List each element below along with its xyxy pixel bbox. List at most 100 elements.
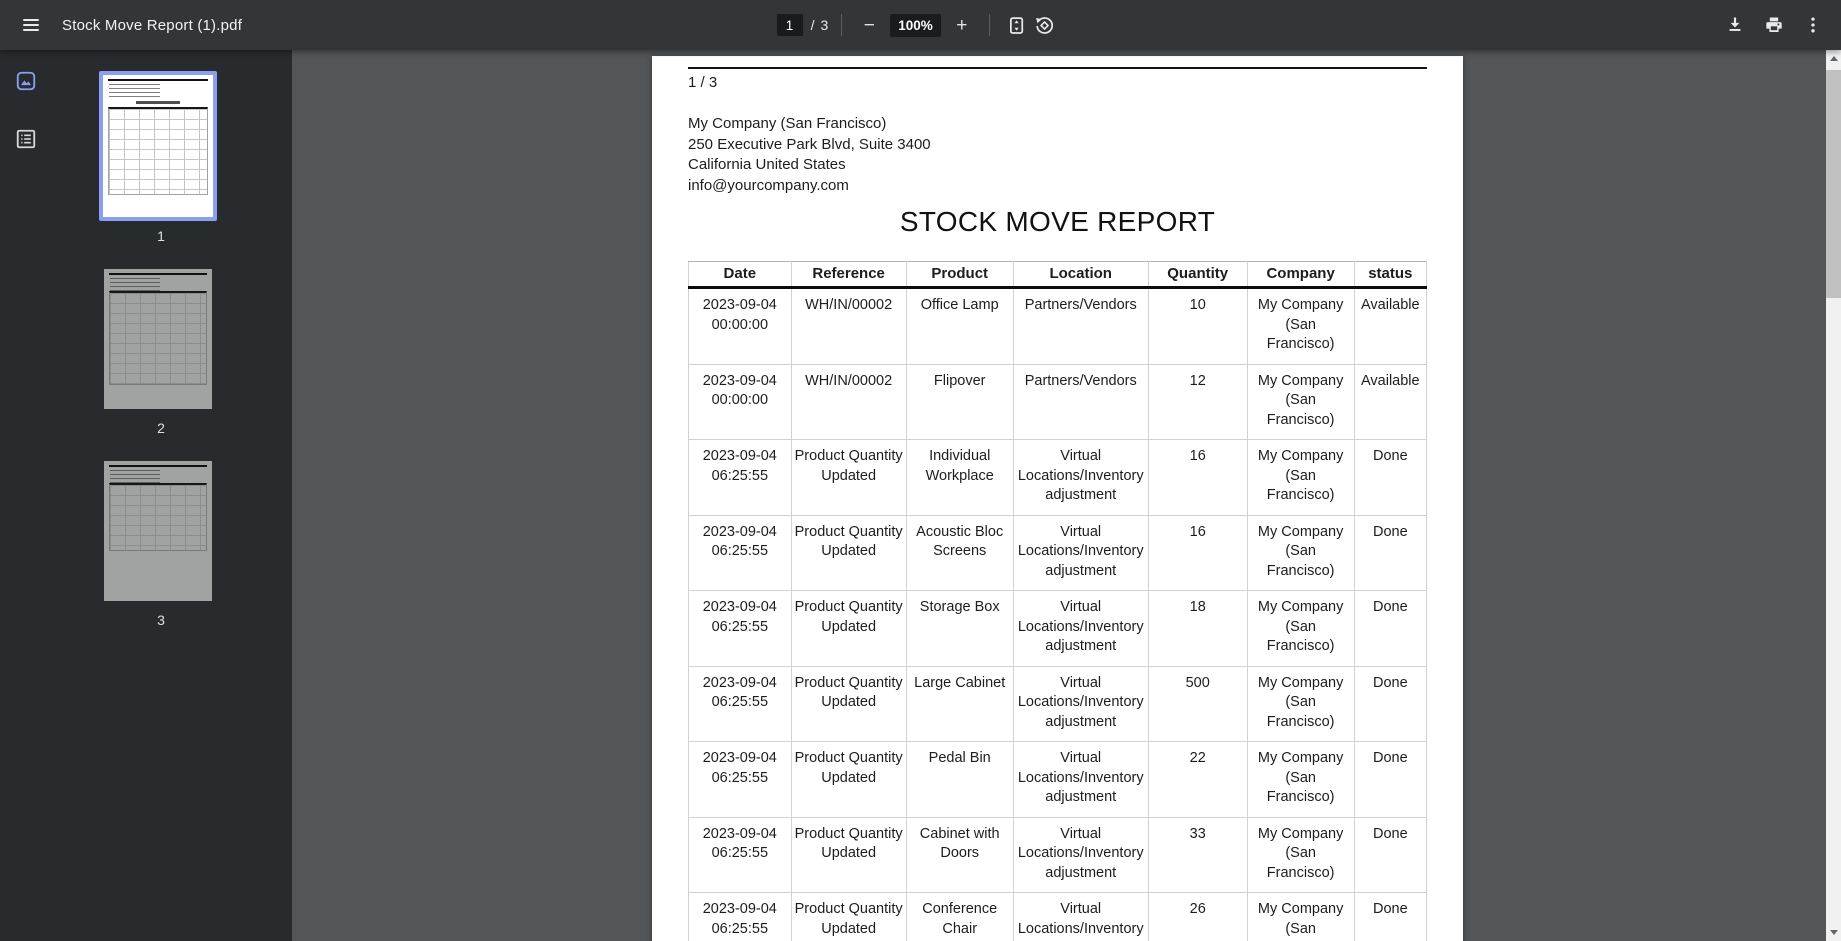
- company-address-line2: California United States: [688, 156, 846, 173]
- report-title: STOCK MOVE REPORT: [899, 206, 1216, 237]
- scroll-down-button[interactable]: [1826, 924, 1841, 941]
- zoom-in-button[interactable]: +: [948, 11, 976, 39]
- table-cell: My Company (San Francisco): [1246, 590, 1355, 667]
- rotate-button[interactable]: [1031, 11, 1059, 39]
- thumbnail-page-preview: [104, 461, 212, 601]
- column-header: Company: [1246, 261, 1355, 289]
- table-cell: My Company (San Francisco): [1246, 287, 1355, 365]
- table-cell: My Company (San Francisco): [1246, 665, 1355, 742]
- table-cell: 2023-09-04 06:25:55: [688, 590, 792, 667]
- table-cell: 16: [1147, 439, 1248, 516]
- pdf-toolbar: Stock Move Report (1).pdf / 3 − 100% +: [0, 0, 1841, 50]
- hamburger-icon: [23, 19, 39, 31]
- table-cell: Done: [1353, 439, 1428, 516]
- pdf-page-1: 1 / 3 My Company (San Francisco) 250 Exe…: [652, 56, 1463, 941]
- thumbnails-view-button[interactable]: [12, 67, 40, 95]
- table-cell: My Company (San Francisco): [1246, 892, 1355, 941]
- page-thumbnail-3[interactable]: 3: [99, 457, 223, 628]
- page-thumbnail-2[interactable]: 2: [99, 265, 223, 436]
- fit-page-button[interactable]: [1003, 11, 1031, 39]
- zoom-out-button[interactable]: −: [855, 11, 883, 39]
- kebab-menu-icon: [1811, 17, 1815, 33]
- table-cell: My Company (San Francisco): [1246, 514, 1355, 591]
- thumbnails-view-icon: [16, 71, 36, 91]
- table-cell: 2023-09-04 06:25:55: [688, 514, 792, 591]
- table-cell: 2023-09-04 06:25:55: [688, 892, 792, 941]
- thumbnail-page-preview: [104, 269, 212, 409]
- table-cell: Done: [1353, 892, 1428, 941]
- page-number-input[interactable]: [776, 14, 803, 36]
- fit-page-icon: [1010, 16, 1024, 34]
- table-cell: Conference Chair: [905, 892, 1014, 941]
- table-cell: Done: [1353, 665, 1428, 742]
- plus-icon: +: [956, 14, 968, 36]
- column-header: status: [1353, 261, 1428, 289]
- table-cell: Virtual Locations/Inventory adjustment: [1012, 514, 1149, 591]
- vertical-scrollbar[interactable]: [1826, 50, 1841, 941]
- thumbnail-page-number: 2: [157, 420, 165, 436]
- table-cell: WH/IN/00002: [790, 287, 907, 365]
- table-cell: 26: [1147, 892, 1248, 941]
- table-cell: 2023-09-04 06:25:55: [688, 665, 792, 742]
- scroll-up-button[interactable]: [1826, 50, 1841, 67]
- table-cell: Acoustic Bloc Screens: [905, 514, 1014, 591]
- table-cell: 2023-09-04 06:25:55: [688, 741, 792, 818]
- table-cell: Virtual Locations/Inventory adjustment: [1012, 590, 1149, 667]
- table-cell: Done: [1353, 590, 1428, 667]
- table-cell: Cabinet with Doors: [905, 816, 1014, 893]
- toolbar-right-group: [1721, 0, 1827, 50]
- table-cell: Product Quantity Updated: [790, 514, 907, 591]
- table-cell: Virtual Locations/Inventory adjustment: [1012, 439, 1149, 516]
- table-cell: WH/IN/00002: [790, 363, 907, 440]
- table-cell: Available: [1353, 363, 1428, 440]
- table-cell: Individual Workplace: [905, 439, 1014, 516]
- menu-button[interactable]: [17, 11, 45, 39]
- rotate-icon: [1036, 16, 1054, 34]
- table-cell: My Company (San Francisco): [1246, 439, 1355, 516]
- column-header: Location: [1012, 261, 1149, 289]
- table-cell: 16: [1147, 514, 1248, 591]
- table-cell: Done: [1353, 741, 1428, 818]
- table-cell: 22: [1147, 741, 1248, 818]
- more-options-button[interactable]: [1799, 11, 1827, 39]
- print-icon: [1766, 17, 1782, 32]
- download-button[interactable]: [1721, 11, 1749, 39]
- table-cell: Virtual Locations/Inventory adjustment: [1012, 816, 1149, 893]
- table-cell: My Company (San Francisco): [1246, 741, 1355, 818]
- company-email: info@yourcompany.com: [688, 176, 849, 194]
- document-title: Stock Move Report (1).pdf: [62, 16, 243, 34]
- page-separator: /: [810, 17, 815, 33]
- outline-view-button[interactable]: [12, 125, 40, 153]
- table-cell: Partners/Vendors: [1012, 287, 1149, 365]
- table-cell: Product Quantity Updated: [790, 665, 907, 742]
- table-cell: Product Quantity Updated: [790, 892, 907, 941]
- thumbnail-page-preview: [103, 75, 213, 217]
- table-cell: Large Cabinet: [905, 665, 1014, 742]
- table-cell: Product Quantity Updated: [790, 590, 907, 667]
- table-cell: Product Quantity Updated: [790, 741, 907, 818]
- table-row: 2023-09-04 06:25:55 Product Quantity Upda…: [688, 439, 1428, 516]
- thumbnail-selection-ring: [99, 71, 217, 221]
- page-count: 3: [820, 17, 829, 33]
- table-cell: Virtual Locations/Inventory adjustment: [1012, 665, 1149, 742]
- thumbnail-page-number: 1: [157, 228, 165, 244]
- table-cell: Office Lamp: [905, 287, 1014, 365]
- download-icon: [1729, 17, 1741, 31]
- table-cell: 2023-09-04 06:25:55: [688, 816, 792, 893]
- table-cell: Pedal Bin: [905, 741, 1014, 818]
- toolbar-divider: [841, 14, 843, 36]
- scrollbar-thumb[interactable]: [1826, 70, 1841, 298]
- report-table-body: 2023-09-04 00:00:00 WH/IN/00002 Office Lam…: [688, 287, 1428, 941]
- table-cell: Product Quantity Updated: [790, 439, 907, 516]
- table-row: 2023-09-04 00:00:00 WH/IN/00002 Flipover Pa…: [688, 363, 1428, 440]
- thumbnail-list: 1 2 3: [99, 71, 223, 649]
- table-cell: Product Quantity Updated: [790, 816, 907, 893]
- company-name: My Company (San Francisco): [688, 115, 887, 132]
- minus-icon: −: [863, 14, 875, 36]
- print-button[interactable]: [1760, 11, 1788, 39]
- company-address-line1: 250 Executive Park Blvd, Suite 3400: [688, 135, 931, 153]
- page-indicator-text: 1 / 3: [688, 74, 718, 91]
- table-cell: My Company (San Francisco): [1246, 816, 1355, 893]
- table-cell: Virtual Locations/Inventory adjustment: [1012, 892, 1149, 941]
- page-thumbnail-1[interactable]: 1: [99, 71, 223, 244]
